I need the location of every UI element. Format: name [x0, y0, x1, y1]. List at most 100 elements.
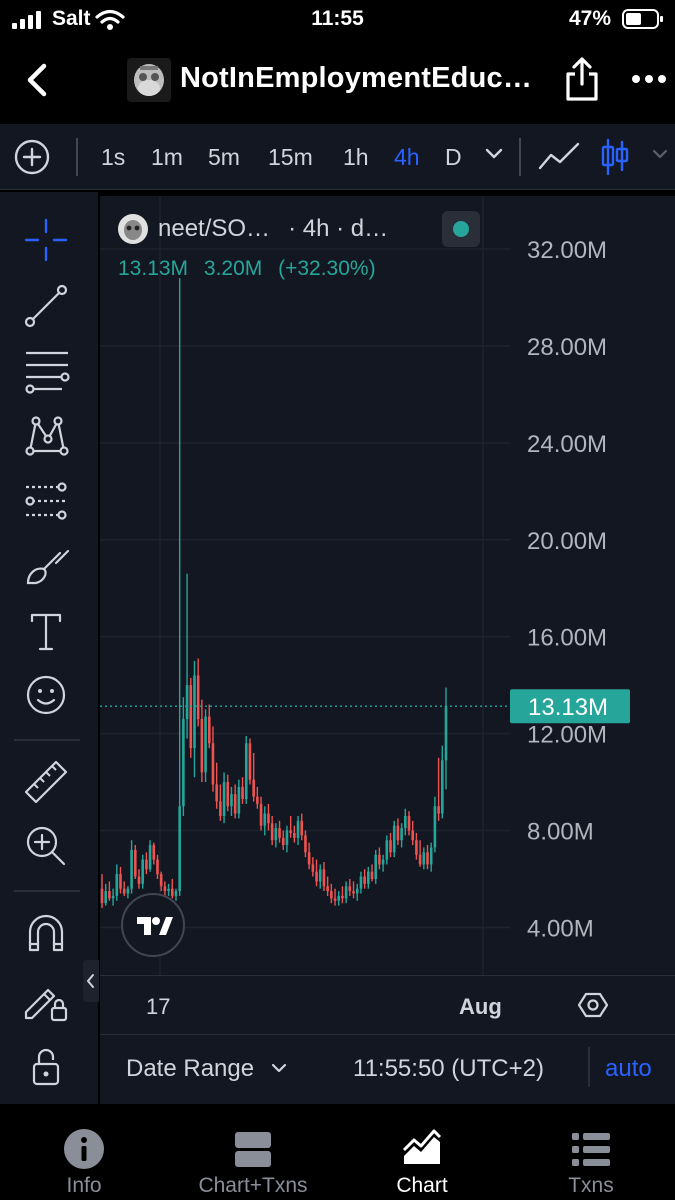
tab-chart[interactable]: Chart [338, 1104, 506, 1200]
date-range-dropdown-icon[interactable] [270, 1061, 288, 1075]
emoji-icon[interactable] [22, 671, 70, 719]
y-tick-label: 20.00M [527, 528, 607, 555]
candle-body [355, 888, 359, 894]
candle-body [267, 813, 270, 824]
tab-info[interactable]: Info [0, 1104, 168, 1200]
candle-body [115, 874, 119, 896]
candle-body [400, 828, 403, 841]
candle-body [441, 760, 444, 814]
time-tick-aug: Aug [459, 994, 502, 1019]
candle-body [159, 874, 163, 887]
line-chart-type-icon[interactable] [538, 140, 580, 172]
tradingview-logo-icon [137, 917, 173, 935]
candle-body [137, 876, 141, 884]
candle-body [437, 806, 440, 814]
candle-body [244, 743, 248, 800]
auto-scale-button[interactable]: auto [605, 1055, 652, 1083]
candle-body [318, 869, 322, 882]
chart-settings-icon[interactable] [578, 990, 608, 1020]
y-tick-label: 4.00M [527, 915, 594, 942]
interval-5m[interactable]: 5m [208, 144, 240, 171]
candle-body [289, 830, 292, 833]
interval-d[interactable]: D [445, 144, 462, 171]
back-button[interactable] [18, 60, 58, 100]
brush-icon[interactable] [22, 543, 70, 591]
collapse-toolbar-button[interactable] [83, 960, 99, 1002]
candle-body [418, 854, 422, 865]
candle-body [315, 871, 318, 882]
add-indicator-button[interactable] [14, 139, 50, 175]
candle-body [163, 886, 167, 892]
more-button[interactable] [631, 72, 667, 86]
candle-body [367, 871, 370, 884]
lock-drawing-icon[interactable] [22, 976, 70, 1024]
candle-body [270, 823, 274, 841]
interval-4h[interactable]: 4h [394, 144, 420, 171]
candle-body [444, 706, 448, 761]
candle-body [385, 840, 389, 860]
fib-retracement-icon[interactable] [22, 347, 70, 395]
magnet-icon[interactable] [22, 910, 70, 958]
tab-chart-txns[interactable]: Chart+Txns [169, 1104, 337, 1200]
candle-body [178, 806, 181, 892]
pattern-icon[interactable] [22, 411, 70, 459]
chart-legend[interactable]: neet/SO… · 4h · d… [118, 211, 388, 247]
tab-chart-txns-label: Chart+Txns [198, 1174, 308, 1197]
time-tick-17: 17 [146, 994, 171, 1019]
last-value: 13.13M [118, 257, 189, 280]
info-icon [64, 1129, 104, 1169]
candle-body [233, 794, 237, 814]
last-price-label: 13.13M [528, 694, 608, 721]
list-icon [572, 1133, 610, 1166]
price-chart[interactable]: 32.00M 28.00M 24.00M 20.00M 16.00M 12.00M 8.00… [100, 196, 675, 976]
chart-toolbar: 1s 1m 5m 15m 1h 4h D [0, 124, 675, 190]
change-value: 3.20M [203, 257, 263, 280]
candle-body [374, 854, 378, 879]
candle-body [230, 794, 233, 807]
y-tick-label: 32.00M [527, 237, 607, 264]
interval-1m[interactable]: 1m [151, 144, 183, 171]
timezone-clock[interactable]: 11:55:50 (UTC+2) [353, 1055, 544, 1083]
prediction-icon[interactable] [22, 477, 70, 525]
zoom-in-icon[interactable] [22, 822, 70, 870]
interval-1h[interactable]: 1h [343, 144, 369, 171]
toolbar-divider [76, 138, 78, 176]
candle-body [241, 786, 244, 800]
interval-dropdown-icon[interactable] [484, 146, 504, 160]
candle-body [152, 845, 156, 860]
chevron-left-small-icon [86, 974, 94, 988]
interval-15m[interactable]: 15m [268, 144, 313, 171]
candle-body [415, 840, 418, 855]
candle-body [226, 782, 230, 807]
interval-1s[interactable]: 1s [101, 144, 125, 171]
tab-info-label: Info [66, 1174, 102, 1197]
candle-body [293, 832, 296, 838]
chart-type-dropdown-icon[interactable] [651, 148, 669, 160]
tradingview-logo[interactable] [121, 893, 185, 957]
y-tick-label: 24.00M [527, 431, 607, 458]
ruler-icon[interactable] [22, 758, 70, 806]
candle-chart-type-icon[interactable] [600, 138, 630, 176]
trend-line-icon[interactable] [22, 282, 70, 330]
legend-meta: · 4h · d… [288, 215, 389, 242]
candle-body [411, 830, 415, 841]
candle-body [300, 820, 304, 836]
candle-body [196, 675, 200, 720]
text-icon[interactable] [22, 607, 70, 655]
candle-body [278, 828, 281, 838]
candle-body [392, 825, 396, 853]
candle-body [215, 784, 218, 802]
lock-icon[interactable] [22, 1042, 70, 1090]
candle-body [404, 815, 407, 829]
token-avatar [127, 58, 171, 102]
live-status-indicator[interactable] [442, 211, 480, 247]
candle-body [259, 803, 263, 826]
status-bar: Salt 11:55 47% [0, 0, 675, 40]
share-button[interactable] [562, 56, 602, 102]
candle-body [204, 716, 207, 773]
tab-txns[interactable]: Txns [507, 1104, 675, 1200]
crosshair-icon[interactable] [22, 216, 70, 264]
candle-body [222, 782, 226, 816]
date-range-button[interactable]: Date Range [126, 1055, 254, 1083]
candle-body [248, 743, 252, 780]
